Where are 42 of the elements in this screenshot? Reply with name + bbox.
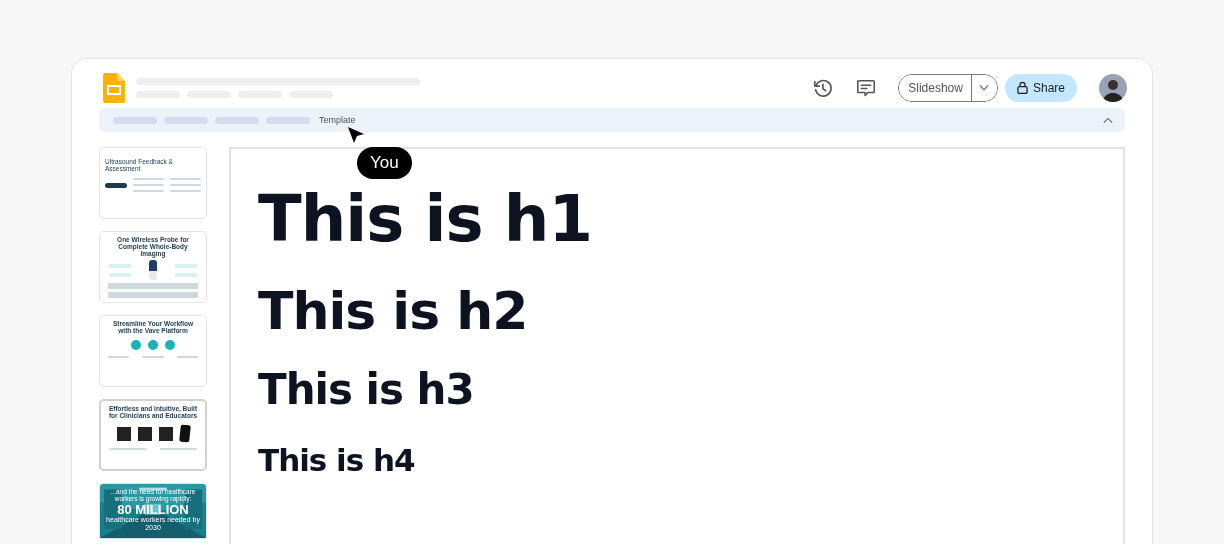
text-placeholder (133, 190, 164, 193)
heading: This is h3 (258, 369, 474, 411)
text-placeholder (170, 190, 201, 193)
feature-icon (165, 340, 175, 351)
feature-icon (148, 340, 158, 351)
toolbar-placeholder (266, 116, 310, 124)
text-placeholder (159, 448, 197, 451)
label-pill (105, 182, 127, 188)
text-placeholder (176, 356, 198, 359)
probe-drawing (149, 260, 157, 281)
breadcrumb[interactable]: Template (319, 115, 356, 125)
text-placeholder (175, 263, 197, 268)
text-placeholder (170, 184, 201, 187)
phone-drawing (178, 424, 191, 443)
text-placeholder (133, 178, 164, 181)
cursor-label: You (357, 147, 412, 179)
text-placeholder (133, 184, 164, 187)
text-placeholder (108, 356, 130, 359)
text-placeholder (170, 178, 201, 181)
avatar[interactable] (1099, 73, 1127, 102)
ultrasound-image (137, 426, 152, 441)
slideshow-button[interactable]: Slideshow (899, 74, 972, 101)
toolbar-placeholder (113, 116, 157, 124)
text-placeholder (175, 272, 197, 277)
text-placeholder (142, 356, 164, 359)
ultrasound-image (116, 426, 131, 441)
heading: This is h1 (258, 187, 592, 251)
share-button[interactable]: Share (1004, 73, 1077, 102)
cursor-icon (347, 126, 365, 144)
ultrasound-image (158, 426, 173, 441)
chevron-up-icon[interactable] (1103, 116, 1113, 124)
toolbar-placeholder (215, 116, 259, 124)
heading: This is h4 (258, 445, 415, 476)
text-placeholder (109, 448, 147, 451)
toolbar-placeholder (164, 116, 208, 124)
chevron-down-icon (979, 84, 990, 91)
text-placeholder (109, 263, 131, 268)
text-placeholder (109, 272, 131, 277)
feature-icon (131, 340, 141, 351)
lock-icon (1016, 81, 1028, 94)
heading: This is h2 (258, 285, 528, 337)
statistic: 80 MILLION (117, 503, 189, 517)
